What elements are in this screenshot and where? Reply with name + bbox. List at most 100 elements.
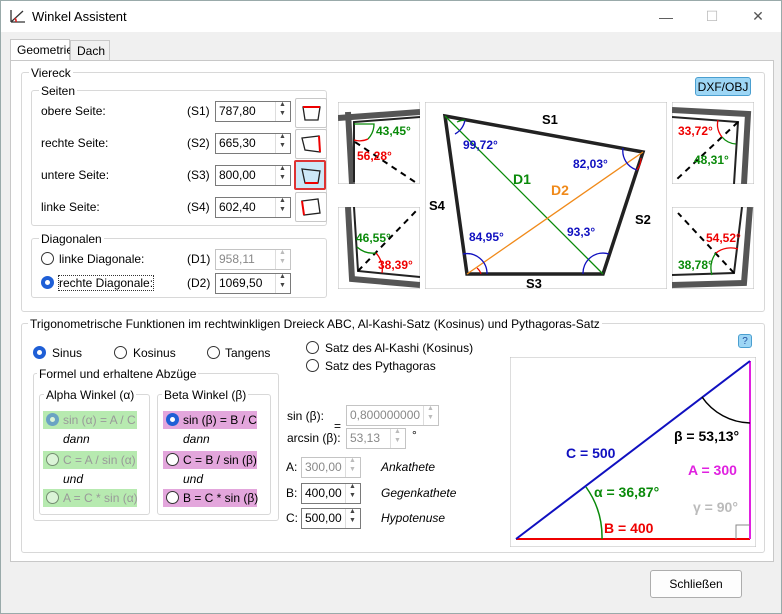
- beta-formula-3-radio[interactable]: [166, 491, 179, 504]
- quad-right-icon: [301, 135, 321, 153]
- diagonal-d1-radio[interactable]: [41, 252, 54, 265]
- kosinus-radio[interactable]: [114, 346, 127, 359]
- close-button[interactable]: Schließen: [650, 570, 742, 598]
- sin-value-field: 0,800000000: [346, 405, 439, 426]
- tangens-radio[interactable]: [207, 346, 220, 359]
- beta-formula-2[interactable]: C = B / sin (β): [163, 451, 257, 469]
- side-code-s2: (S2): [187, 136, 210, 150]
- kosinus-label: Kosinus: [133, 346, 176, 360]
- sinus-label: Sinus: [52, 346, 83, 360]
- viereck-group-label: Viereck: [29, 66, 73, 80]
- stepper-icon[interactable]: [275, 133, 290, 153]
- beta-formula-2-radio[interactable]: [166, 453, 179, 466]
- diagonalen-group-label: Diagonalen: [39, 232, 104, 246]
- triangle-label-beta: β = 53,13°: [674, 428, 739, 444]
- side-code-s4: (S4): [187, 200, 210, 214]
- side-input-s4[interactable]: 602,40: [215, 197, 291, 218]
- corner-detail-top-right: 33,72° 48,31°: [672, 102, 754, 184]
- geometrie-panel: Viereck DXF/OBJ Seiten obere Seite: (S1)…: [10, 60, 774, 562]
- diagonal-label-d2: rechte Diagonale:: [57, 275, 155, 291]
- shape-button-s2[interactable]: [295, 129, 327, 159]
- triangle-label-c: C = 500: [566, 445, 616, 461]
- help-button[interactable]: ?: [738, 334, 752, 348]
- beta-dann: dann: [183, 432, 210, 446]
- side-label-s2: rechte Seite:: [41, 136, 109, 150]
- pythagoras-radio[interactable]: [306, 359, 319, 372]
- shape-button-s1[interactable]: [295, 98, 327, 128]
- corner-tr-green-angle: 48,31°: [694, 153, 729, 167]
- side-label-s3: untere Seite:: [41, 168, 110, 182]
- close-icon: ✕: [752, 8, 764, 24]
- corner-detail-top-left: 43,45° 56,28°: [338, 102, 420, 184]
- a-description: Ankathete: [381, 460, 436, 474]
- triangle-label-alpha: α = 36,87°: [594, 484, 659, 500]
- minimize-button[interactable]: —: [643, 1, 689, 32]
- beta-formula-1[interactable]: sin (β) = B / C: [163, 411, 257, 429]
- tab-geometrie[interactable]: Geometrie: [10, 39, 73, 61]
- alpha-group-label: Alpha Winkel (α): [44, 388, 137, 402]
- label-s1: S1: [542, 112, 558, 127]
- alpha-formula-1-radio[interactable]: [46, 413, 59, 426]
- stepper-icon: [423, 405, 438, 425]
- window-title: Winkel Assistent: [32, 9, 127, 24]
- corner-bl-red-angle: 38,39°: [378, 258, 413, 272]
- angle-bottom-right: 93,3°: [567, 225, 595, 239]
- stepper-icon[interactable]: [275, 273, 290, 293]
- arcsin-value-field: 53,13: [346, 428, 406, 449]
- corner-tr-red-angle: 33,72°: [678, 124, 713, 138]
- b-description: Gegenkathete: [381, 486, 457, 500]
- stepper-icon[interactable]: [345, 483, 360, 503]
- sinus-radio[interactable]: [33, 346, 46, 359]
- stepper-icon[interactable]: [275, 165, 290, 185]
- diagonal-code-d1: (D1): [187, 252, 211, 266]
- side-input-s1[interactable]: 787,80: [215, 101, 291, 122]
- b-label: B:: [286, 486, 298, 500]
- a-input: 300,00: [301, 457, 361, 478]
- shape-button-s4[interactable]: [295, 192, 327, 222]
- beta-formula-3[interactable]: B = C * sin (β): [163, 489, 258, 507]
- dxf-obj-button[interactable]: DXF/OBJ: [695, 77, 751, 96]
- c-input[interactable]: 500,00: [301, 508, 361, 529]
- alpha-formula-2-radio[interactable]: [46, 453, 59, 466]
- side-label-s1: obere Seite:: [41, 104, 106, 118]
- degree-symbol: °: [412, 428, 417, 442]
- b-input[interactable]: 400,00: [301, 483, 361, 504]
- diagonal-input-d2[interactable]: 1069,50: [215, 273, 291, 294]
- seiten-group-label: Seiten: [39, 84, 78, 98]
- side-input-s2[interactable]: 665,30: [215, 133, 291, 154]
- app-icon: [10, 10, 25, 23]
- diagonal-code-d2: (D2): [187, 276, 211, 290]
- stepper-icon[interactable]: [275, 197, 290, 217]
- angle-bottom-left: 84,95°: [469, 230, 504, 244]
- c-description: Hypotenuse: [381, 511, 446, 525]
- stepper-icon[interactable]: [275, 101, 290, 121]
- close-window-button[interactable]: ✕: [735, 1, 781, 32]
- a-label: A:: [286, 460, 298, 474]
- alpha-formula-1[interactable]: sin (α) = A / C: [43, 411, 137, 429]
- corner-tl-red-angle: 56,28°: [357, 149, 392, 163]
- arcsin-label: arcsin (β):: [287, 431, 341, 445]
- quad-bottom-icon: [301, 168, 321, 184]
- stepper-icon[interactable]: [345, 508, 360, 528]
- quad-left-icon: [301, 198, 321, 216]
- al-kashi-radio[interactable]: [306, 341, 319, 354]
- shape-button-s3[interactable]: [294, 160, 326, 190]
- c-label: C:: [286, 511, 298, 525]
- alpha-und: und: [63, 472, 84, 486]
- alpha-formula-3-radio[interactable]: [46, 491, 59, 504]
- winkel-assistent-window: Winkel Assistent — ☐ ✕ Geometrie Dach Vi…: [0, 0, 782, 614]
- alpha-dann: dann: [63, 432, 90, 446]
- triangle-label-gamma: γ = 90°: [693, 499, 738, 515]
- maximize-button[interactable]: ☐: [689, 1, 735, 32]
- diagonal-d2-radio[interactable]: [41, 276, 54, 289]
- maximize-icon: ☐: [705, 8, 719, 24]
- alpha-formula-2[interactable]: C = A / sin (α): [43, 451, 137, 469]
- trig-group-label: Trigonometrische Funktionen im rechtwink…: [28, 317, 602, 331]
- tab-dach[interactable]: Dach: [70, 40, 110, 61]
- alpha-formula-3[interactable]: A = C * sin (α): [43, 489, 138, 507]
- side-input-s3[interactable]: 800,00: [215, 165, 291, 186]
- al-kashi-label: Satz des Al-Kashi (Kosinus): [325, 341, 474, 355]
- angle-top-right: 82,03°: [573, 157, 608, 171]
- side-label-s4: linke Seite:: [41, 200, 100, 214]
- beta-formula-1-radio[interactable]: [166, 413, 179, 426]
